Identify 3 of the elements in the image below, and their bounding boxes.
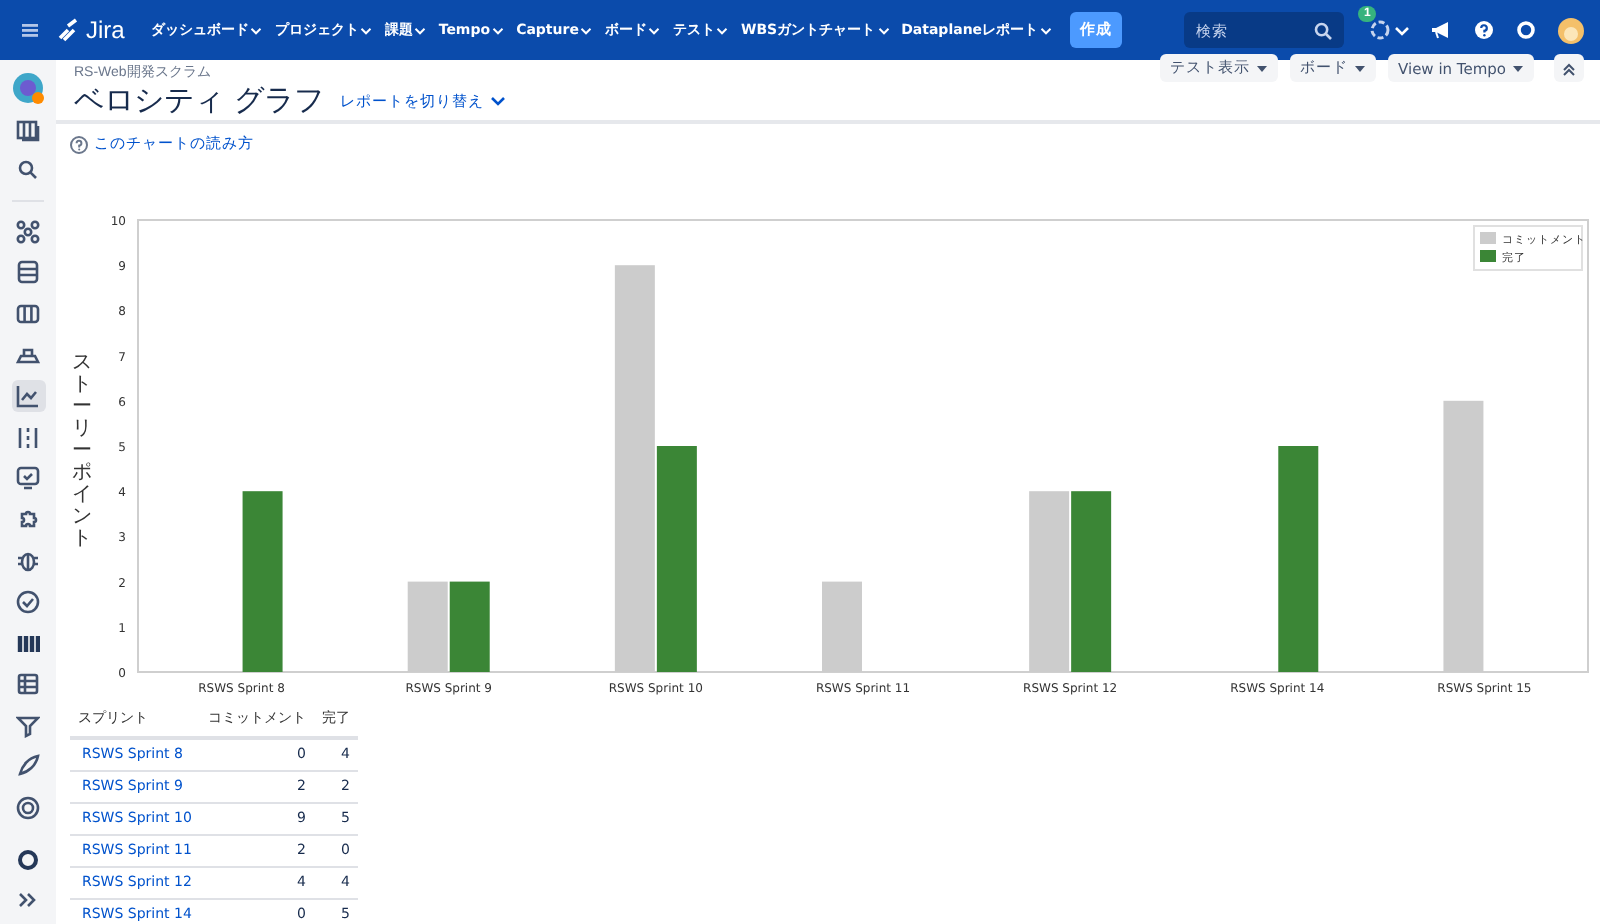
y-axis-label: ストーリーポイント xyxy=(72,351,92,549)
jira-logo[interactable]: Jira xyxy=(56,16,125,44)
page-title: ベロシティ グラフ xyxy=(74,82,324,120)
